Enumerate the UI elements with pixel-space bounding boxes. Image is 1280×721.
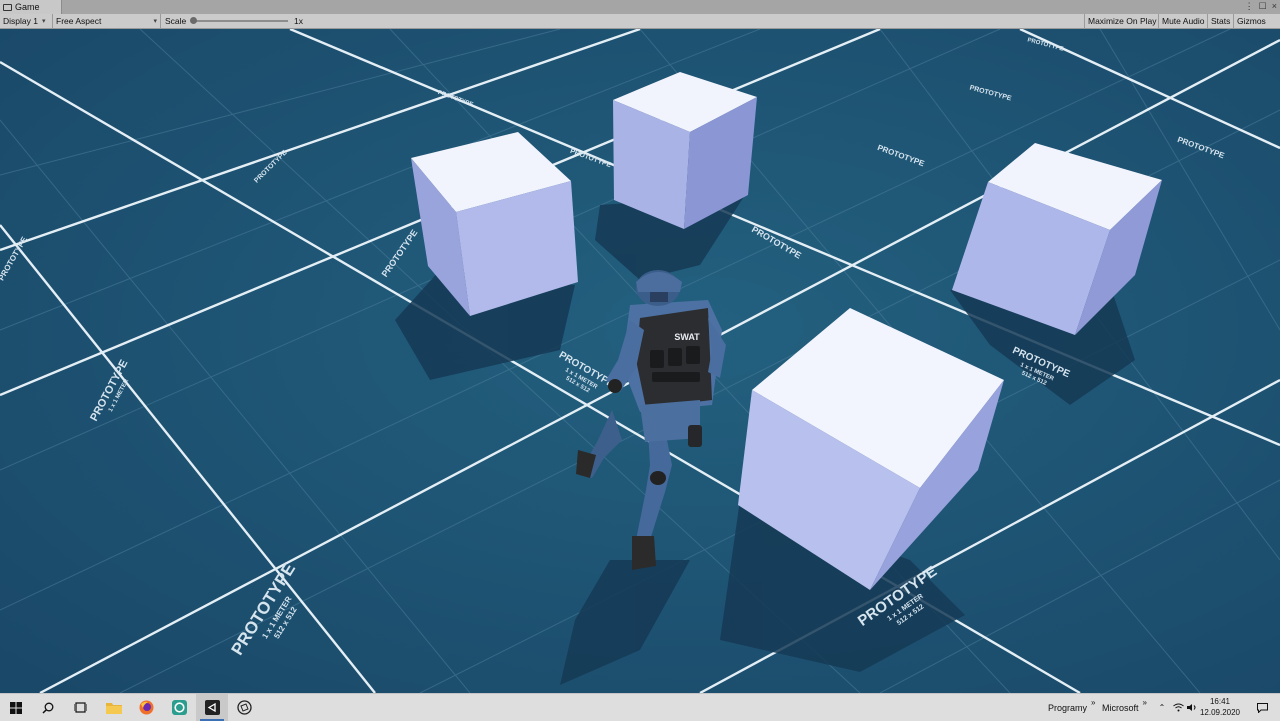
maximize-panel-icon[interactable]: ☐ — [1259, 1, 1267, 12]
editor-tab-strip: Game ⋮ ☐ × — [0, 0, 1280, 15]
chevron-down-icon: ▾ — [153, 18, 157, 25]
display-dropdown-label: Display 1 — [3, 16, 38, 26]
notification-icon — [1256, 702, 1268, 713]
scale-value: 1x — [294, 16, 303, 26]
taskbar-app-unity[interactable] — [228, 694, 260, 721]
gizmos-button[interactable]: Gizmos — [1233, 14, 1269, 28]
notifications-button[interactable] — [1252, 694, 1272, 721]
panel-menu-icon[interactable]: ⋮ — [1245, 1, 1254, 12]
game-tab[interactable]: Game — [0, 0, 62, 14]
search-button[interactable] — [32, 694, 64, 721]
stats-button[interactable]: Stats — [1207, 14, 1233, 28]
scale-slider-track[interactable] — [196, 20, 288, 22]
task-view-icon — [73, 702, 87, 713]
toolbar-microsoft-label: Microsoft — [1102, 702, 1139, 713]
task-view-button[interactable] — [64, 694, 96, 721]
speaker-icon — [1186, 704, 1195, 711]
network-button[interactable] — [1172, 694, 1184, 721]
taskbar-clock[interactable]: 16:41 12.09.2020 — [1200, 696, 1240, 718]
toolbar-programy[interactable]: Programy » — [1048, 694, 1095, 721]
game-tab-label: Game — [15, 2, 40, 12]
display-dropdown[interactable]: Display 1 — [0, 14, 53, 28]
game-view-icon — [3, 3, 12, 11]
unity-editor-icon — [204, 700, 220, 715]
start-button[interactable] — [0, 694, 32, 721]
clock-time: 16:41 — [1209, 697, 1230, 706]
clock-date: 12.09.2020 — [1199, 708, 1240, 717]
scene-render: PROTOTYPE 1 x 1 METER 512 x 512 PROTOTYP… — [0, 29, 1280, 693]
file-explorer-icon — [106, 703, 122, 714]
scale-label: Scale — [165, 16, 187, 26]
windows-start-icon — [10, 701, 22, 714]
aspect-dropdown[interactable]: Free Aspect ▾ — [53, 14, 161, 28]
chevron-expand-icon: » — [1142, 698, 1147, 707]
wifi-icon — [1172, 703, 1184, 712]
vest-label: SWAT — [674, 332, 700, 342]
unity-app-icon — [236, 700, 252, 715]
firefox-icon — [139, 700, 153, 715]
taskbar-app-unity-editor[interactable] — [196, 694, 228, 721]
windows-taskbar: Programy » Microsoft » ⌃ 16:41 12.09.202… — [0, 693, 1280, 721]
chevron-up-icon: ⌃ — [1158, 703, 1166, 712]
search-icon — [42, 702, 54, 714]
game-viewport[interactable]: PROTOTYPE 1 x 1 METER 512 x 512 PROTOTYP… — [0, 29, 1280, 693]
unity-hub-icon — [171, 700, 187, 715]
close-panel-icon[interactable]: × — [1272, 1, 1277, 12]
toolbar-programy-label: Programy — [1048, 702, 1088, 713]
taskbar-app-unity-hub[interactable] — [163, 694, 195, 721]
taskbar-app-firefox[interactable] — [130, 694, 162, 721]
taskbar-app-explorer[interactable] — [98, 694, 130, 721]
panel-controls: ⋮ ☐ × — [1245, 1, 1277, 12]
game-view-toolbar: Display 1 Free Aspect ▾ Scale 1x Maximiz… — [0, 14, 1280, 29]
show-hidden-icons-button[interactable]: ⌃ — [1156, 694, 1168, 721]
scale-slider-handle[interactable] — [190, 17, 197, 24]
chevron-expand-icon: » — [1091, 698, 1096, 707]
volume-button[interactable] — [1186, 694, 1198, 721]
aspect-dropdown-label: Free Aspect — [56, 16, 102, 26]
mute-audio-button[interactable]: Mute Audio — [1158, 14, 1208, 28]
toolbar-microsoft[interactable]: Microsoft » — [1102, 694, 1147, 721]
maximize-on-play-button[interactable]: Maximize On Play — [1084, 14, 1160, 28]
